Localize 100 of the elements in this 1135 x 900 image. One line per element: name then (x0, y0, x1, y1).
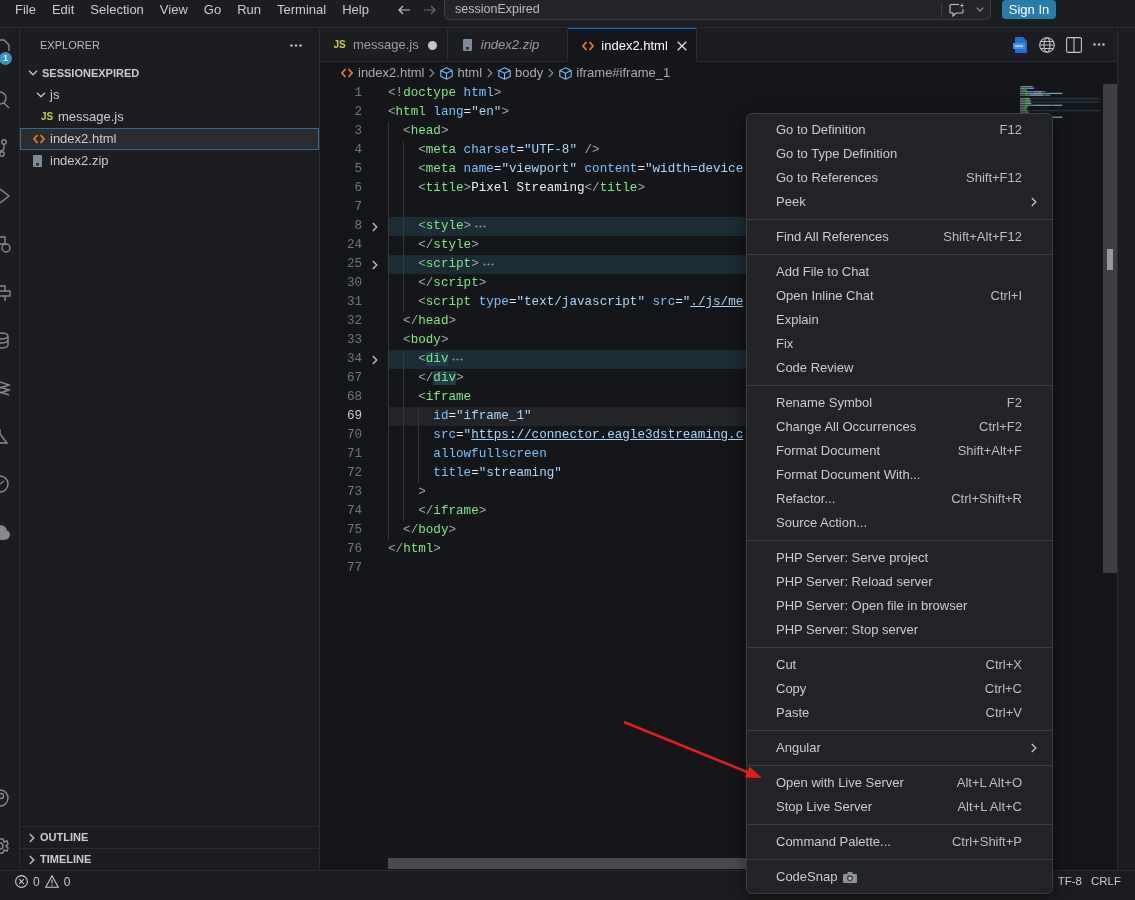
shapes-icon[interactable] (0, 234, 12, 254)
cube-icon (440, 66, 454, 80)
menu-item[interactable]: Command Palette... Ctrl+Shift+P (747, 830, 1052, 854)
clock-icon[interactable] (0, 474, 12, 494)
menu-item[interactable]: PHP Server: Stop server (747, 618, 1052, 642)
menu-item[interactable]: Cut Ctrl+X (747, 653, 1052, 677)
menu-item[interactable]: Rename Symbol F2 (747, 391, 1052, 415)
status-item[interactable]: TF-8 (1057, 872, 1082, 891)
menu-item[interactable]: Stop Live Server Alt+L Alt+C (747, 795, 1052, 819)
url-link[interactable]: ./js/me (690, 295, 744, 309)
breadcrumb-item[interactable]: index2.html (341, 63, 425, 83)
menu-item[interactable]: PHP Server: Reload server (747, 570, 1052, 594)
account-icon[interactable] (0, 788, 12, 808)
chevron-right-icon[interactable] (372, 259, 378, 270)
code-line: </style> (418, 237, 479, 254)
split-editor-icon[interactable] (1066, 36, 1082, 53)
code-line: <style> (418, 218, 472, 235)
menu-item[interactable]: Paste Ctrl+V (747, 701, 1052, 725)
menu-item[interactable]: Add File to Chat (747, 260, 1052, 284)
ellipsis-icon[interactable] (475, 225, 487, 228)
menu-item[interactable]: Terminal (269, 0, 335, 20)
line-number: 32 (345, 313, 363, 330)
tree-item[interactable]: index2.zip (20, 150, 319, 172)
status-item[interactable]: CRLF (1090, 872, 1121, 891)
menu-item[interactable]: Code Review (747, 356, 1052, 380)
menu-item[interactable]: Copy Ctrl+C (747, 677, 1052, 701)
sign-in-button[interactable]: Sign In (1002, 0, 1056, 19)
menu-item[interactable]: File (7, 0, 44, 20)
menu-item[interactable]: Peek (747, 190, 1052, 214)
camera-icon (843, 871, 858, 883)
search-field[interactable]: sessionExpired (444, 0, 991, 20)
code-brackets-icon (341, 68, 353, 78)
keyboard-shortcut: Ctrl+Shift+R (951, 490, 1022, 509)
close-icon[interactable] (676, 40, 687, 51)
menu-item[interactable]: Format Document Shift+Alt+F (747, 439, 1052, 463)
code-line: <head> (403, 123, 449, 140)
breadcrumb-item[interactable]: body (498, 63, 544, 83)
warning-count[interactable]: 0 (63, 872, 71, 891)
menu-item[interactable]: Go to Definition F12 (747, 118, 1052, 142)
back-arrow-icon[interactable] (398, 5, 410, 15)
blocks-icon[interactable] (0, 282, 12, 302)
breadcrumb-item[interactable]: html (440, 63, 483, 83)
menu-item[interactable]: CodeSnap (747, 865, 1052, 889)
menu-item[interactable]: Find All References Shift+Alt+F12 (747, 225, 1052, 249)
tree-item[interactable]: JS message.js (20, 106, 319, 128)
chevron-right-icon[interactable] (372, 221, 378, 232)
tree-item[interactable]: index2.html (20, 128, 319, 150)
forward-arrow-icon[interactable] (424, 5, 436, 15)
tab[interactable]: JS message.js (320, 28, 448, 62)
menu-item[interactable]: Edit (43, 0, 83, 20)
tree-item[interactable]: js (20, 84, 319, 106)
chevron-down-icon[interactable] (976, 7, 984, 12)
menu-item[interactable]: Help (334, 0, 377, 20)
menu-item[interactable]: View (151, 0, 196, 20)
menu-item[interactable]: Open with Live Server Alt+L Alt+O (747, 771, 1052, 795)
more-icon[interactable] (290, 43, 302, 47)
scrollbar-thumb[interactable] (1103, 84, 1117, 573)
menu-item[interactable]: Go to References Shift+F12 (747, 166, 1052, 190)
more-icon[interactable] (1093, 43, 1105, 46)
file-icon[interactable] (0, 39, 12, 51)
code-line: <!doctype html> (388, 85, 502, 102)
error-icon[interactable] (15, 875, 28, 888)
menu-item[interactable]: Format Document With... (747, 463, 1052, 487)
database-icon[interactable] (0, 330, 12, 350)
document-icon[interactable] (1013, 36, 1028, 53)
line-number: 7 (353, 199, 363, 216)
scrollbar-thumb[interactable] (388, 858, 746, 869)
menu-item[interactable]: Open Inline Chat Ctrl+I (747, 284, 1052, 308)
cloud-icon[interactable] (0, 522, 12, 542)
layers-icon[interactable] (0, 378, 12, 398)
error-count[interactable]: 0 (33, 872, 40, 891)
menu-item[interactable]: PHP Server: Serve project (747, 546, 1052, 570)
menu-item[interactable]: Explain (747, 308, 1052, 332)
menu-item[interactable]: Go (195, 0, 230, 20)
menu-item[interactable]: Selection (82, 0, 152, 20)
menu-item[interactable]: Run (229, 0, 269, 20)
menu-item[interactable]: Angular (747, 736, 1052, 760)
ellipsis-icon[interactable] (482, 263, 494, 266)
url-link[interactable]: https://connector.eagle3dstreaming.c (471, 428, 744, 442)
chat-sparkle-icon[interactable] (949, 2, 965, 17)
globe-icon[interactable] (1039, 36, 1055, 53)
line-number: 30 (345, 275, 363, 292)
chevron-right-icon[interactable] (372, 354, 378, 365)
menu-item[interactable]: Go to Type Definition (747, 142, 1052, 166)
menu-item[interactable]: Source Action... (747, 511, 1052, 535)
warning-icon[interactable] (44, 875, 59, 888)
settings-icon[interactable] (0, 836, 12, 856)
play-icon[interactable] (0, 186, 12, 206)
ellipsis-icon[interactable] (452, 358, 464, 361)
breadcrumb-item[interactable]: iframe#iframe_1 (559, 63, 671, 83)
tab[interactable]: index2.html (568, 28, 697, 62)
menu-item[interactable]: Refactor... Ctrl+Shift+R (747, 487, 1052, 511)
code-brackets-icon (581, 40, 594, 51)
menu-item[interactable]: PHP Server: Open file in browser (747, 594, 1052, 618)
tree-item[interactable]: SESSIONEXPIRED (20, 62, 319, 84)
menu-item[interactable]: Fix (747, 332, 1052, 356)
menu-item[interactable]: Change All Occurrences Ctrl+F2 (747, 415, 1052, 439)
panel-header[interactable]: OUTLINE (20, 826, 319, 848)
code-line: </iframe> (418, 503, 487, 520)
search-icon[interactable] (0, 90, 12, 110)
